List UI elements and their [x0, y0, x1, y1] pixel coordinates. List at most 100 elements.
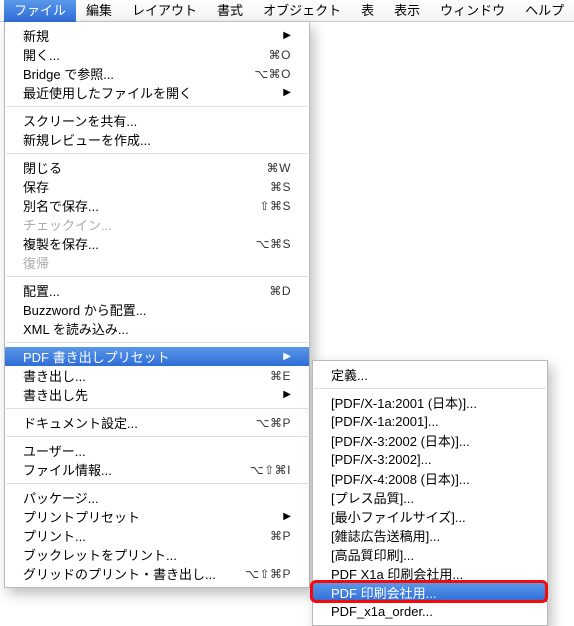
file-menu-item-label: プリント...: [23, 526, 258, 545]
pdf-preset-item[interactable]: [雑誌広告送稿用]...: [313, 526, 547, 545]
menubar-item-4[interactable]: オブジェクト: [253, 0, 351, 22]
file-menu-item-label: 最近使用したファイルを開く: [23, 83, 275, 102]
submenu-arrow-icon: ▶: [283, 511, 291, 522]
pdf-preset-item[interactable]: 定義...: [313, 365, 547, 384]
file-menu-item-label: 復帰: [23, 253, 291, 272]
pdf-export-preset-submenu: 定義... [PDF/X-1a:2001 (日本)]... [PDF/X-1a:20…: [312, 360, 548, 626]
file-menu-item[interactable]: プリントプリセット ▶: [5, 507, 309, 526]
pdf-preset-item[interactable]: [PDF/X-1a:2001 (日本)]...: [313, 393, 547, 412]
file-menu-item[interactable]: パッケージ...: [5, 488, 309, 507]
file-menu-item[interactable]: ユーザー...: [5, 441, 309, 460]
file-menu-item-label: 書き出し...: [23, 366, 258, 385]
file-menu-item-label: グリッドのプリント・書き出し...: [23, 564, 233, 583]
pdf-preset-item[interactable]: PDF_x1a_order...: [313, 602, 547, 621]
file-menu-separator: [6, 483, 308, 484]
pdf-preset-item[interactable]: [高品質印刷]...: [313, 545, 547, 564]
pdf-preset-item-label: [PDF/X-1a:2001 (日本)]...: [331, 393, 529, 412]
file-menu-item-label: パッケージ...: [23, 488, 291, 507]
file-menu-item[interactable]: PDF 書き出しプリセット ▶: [5, 347, 309, 366]
file-menu-item[interactable]: ファイル情報...⌥⇧⌘I: [5, 460, 309, 479]
menubar-item-8[interactable]: ヘルプ: [515, 0, 574, 22]
pdf-preset-item-label: PDF 印刷会社用...: [331, 583, 529, 602]
pdf-preset-item-label: [PDF/X-1a:2001]...: [331, 414, 529, 429]
file-menu-item[interactable]: Buzzword から配置...: [5, 300, 309, 319]
file-menu-item[interactable]: 閉じる ⌘W: [5, 158, 309, 177]
menubar-item-1[interactable]: 編集: [76, 0, 122, 22]
file-menu-item-shortcut: ⌘P: [270, 529, 291, 543]
file-menu-item-label: 開く...: [23, 45, 257, 64]
file-menu-item: チェックイン...: [5, 215, 309, 234]
file-menu-item-label: 配置...: [23, 281, 257, 300]
file-menu-item-label: 別名で保存...: [23, 196, 247, 215]
pdf-preset-item[interactable]: [最小ファイルサイズ]...: [313, 507, 547, 526]
menubar-item-2[interactable]: レイアウト: [122, 0, 207, 22]
file-menu-dropdown: 新規▶開く...⌘OBridge で参照...⌥⌘O最近使用したファイルを開く▶…: [4, 22, 310, 588]
pdf-preset-item[interactable]: [PDF/X-3:2002 (日本)]...: [313, 431, 547, 450]
file-menu-item-label: ユーザー...: [23, 441, 291, 460]
file-menu-item[interactable]: 配置... ⌘D: [5, 281, 309, 300]
file-menu-item-label: XML を読み込み...: [23, 319, 291, 338]
file-menu-separator: [6, 153, 308, 154]
file-menu-item-shortcut: ⌘D: [269, 284, 291, 298]
file-menu-item[interactable]: スクリーンを共有...: [5, 111, 309, 130]
file-menu-item[interactable]: 保存 ⌘S: [5, 177, 309, 196]
menubar-item-3[interactable]: 書式: [207, 0, 253, 22]
file-menu-item-label: プリントプリセット: [23, 507, 275, 526]
pdf-preset-item-label: [PDF/X-3:2002 (日本)]...: [331, 431, 529, 450]
file-menu-item[interactable]: ブックレットをプリント...: [5, 545, 309, 564]
pdf-preset-item[interactable]: [PDF/X-3:2002]...: [313, 450, 547, 469]
file-menu-item-label: Bridge で参照...: [23, 64, 242, 83]
file-menu-item-shortcut: ⌘S: [270, 180, 291, 194]
file-menu-item[interactable]: 複製を保存... ⌥⌘S: [5, 234, 309, 253]
pdf-preset-item[interactable]: PDF X1a 印刷会社用...: [313, 564, 547, 583]
file-menu-item[interactable]: ドキュメント設定...⌥⌘P: [5, 413, 309, 432]
pdf-preset-item-label: [高品質印刷]...: [331, 545, 529, 564]
file-menu-item-label: 複製を保存...: [23, 234, 244, 253]
file-menu-separator: [6, 342, 308, 343]
submenu-arrow-icon: ▶: [283, 351, 291, 362]
file-menu-item-label: 閉じる: [23, 158, 255, 177]
file-menu-item-label: ドキュメント設定...: [23, 413, 244, 432]
file-menu-item-shortcut: ⌥⌘O: [254, 67, 291, 81]
menubar-item-7[interactable]: ウィンドウ: [430, 0, 515, 22]
file-menu-item-label: ファイル情報...: [23, 460, 238, 479]
pdf-preset-separator: [314, 388, 546, 389]
menubar: ファイル編集レイアウト書式オブジェクト表表示ウィンドウヘルプ: [0, 0, 574, 22]
file-menu-item[interactable]: プリント... ⌘P: [5, 526, 309, 545]
file-menu-item[interactable]: 新規▶: [5, 26, 309, 45]
file-menu-item-label: チェックイン...: [23, 215, 291, 234]
file-menu-item-label: 保存: [23, 177, 258, 196]
file-menu-item[interactable]: 開く...⌘O: [5, 45, 309, 64]
menubar-item-0[interactable]: ファイル: [4, 0, 76, 22]
pdf-preset-item[interactable]: [PDF/X-1a:2001]...: [313, 412, 547, 431]
file-menu-separator: [6, 408, 308, 409]
file-menu-item[interactable]: 新規レビューを作成...: [5, 130, 309, 149]
pdf-preset-item-label: 定義...: [331, 365, 529, 384]
pdf-preset-item[interactable]: PDF 印刷会社用...: [313, 583, 547, 602]
file-menu-item-shortcut: ⌥⌘S: [256, 237, 291, 251]
pdf-preset-item[interactable]: [プレス品質]...: [313, 488, 547, 507]
menubar-item-5[interactable]: 表: [351, 0, 384, 22]
file-menu-item[interactable]: グリッドのプリント・書き出し...⌥⇧⌘P: [5, 564, 309, 583]
file-menu-item-shortcut: ⌘E: [270, 369, 291, 383]
pdf-preset-item-label: [最小ファイルサイズ]...: [331, 507, 529, 526]
file-menu-item[interactable]: 最近使用したファイルを開く▶: [5, 83, 309, 102]
file-menu-separator: [6, 436, 308, 437]
menubar-item-6[interactable]: 表示: [384, 0, 430, 22]
file-menu-item[interactable]: Bridge で参照... ⌥⌘O: [5, 64, 309, 83]
file-menu-item[interactable]: 書き出し先 ▶: [5, 385, 309, 404]
pdf-preset-item[interactable]: [PDF/X-4:2008 (日本)]...: [313, 469, 547, 488]
pdf-preset-item-label: [PDF/X-4:2008 (日本)]...: [331, 469, 529, 488]
file-menu-item-label: 書き出し先: [23, 385, 275, 404]
file-menu-item-shortcut: ⇧⌘S: [259, 199, 291, 213]
file-menu-item-shortcut: ⌘W: [267, 161, 291, 175]
file-menu-item[interactable]: 書き出し... ⌘E: [5, 366, 309, 385]
file-menu-item-label: ブックレットをプリント...: [23, 545, 291, 564]
file-menu-item-label: PDF 書き出しプリセット: [23, 347, 275, 366]
submenu-arrow-icon: ▶: [283, 389, 291, 400]
pdf-preset-item-label: PDF_x1a_order...: [331, 604, 529, 619]
file-menu-item[interactable]: 別名で保存... ⇧⌘S: [5, 196, 309, 215]
file-menu-item[interactable]: XML を読み込み...: [5, 319, 309, 338]
pdf-preset-item-label: [PDF/X-3:2002]...: [331, 452, 529, 467]
pdf-preset-item-label: PDF X1a 印刷会社用...: [331, 564, 529, 583]
